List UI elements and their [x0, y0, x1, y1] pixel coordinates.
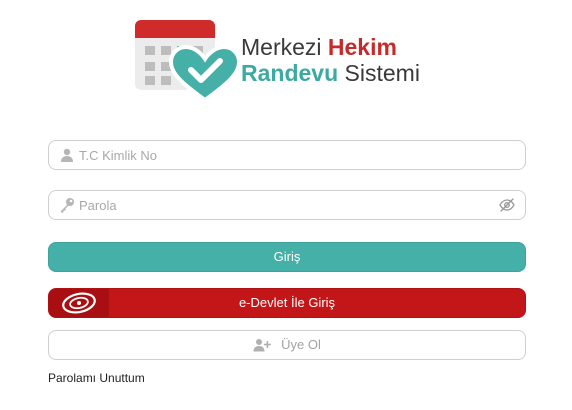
register-button-label: Üye Ol	[281, 337, 321, 352]
forgot-password-link[interactable]: Parolamı Unuttum	[48, 371, 145, 385]
calendar-heart-icon	[135, 20, 242, 103]
logo-word-hekim: Hekim	[327, 34, 397, 60]
edevlet-logo-icon	[49, 289, 109, 317]
password-input[interactable]	[79, 191, 499, 219]
logo-text: Merkezi Hekim Randevu Sistemi	[241, 34, 420, 86]
login-page: Merkezi Hekim Randevu Sistemi Giriş	[0, 0, 572, 410]
register-button[interactable]: Üye Ol	[48, 330, 526, 360]
tc-kimlik-field[interactable]	[48, 140, 526, 170]
logo-word-randevu: Randevu	[241, 60, 339, 86]
login-button-label: Giriş	[273, 249, 301, 264]
key-icon	[61, 198, 74, 213]
user-icon	[61, 148, 73, 162]
login-button[interactable]: Giriş	[48, 242, 526, 272]
eye-slash-icon[interactable]	[499, 197, 515, 213]
edevlet-button-label: e-Devlet İle Giriş	[238, 295, 336, 310]
password-field[interactable]	[48, 190, 526, 220]
tc-kimlik-input[interactable]	[79, 141, 499, 169]
logo-word-sistemi: Sistemi	[344, 60, 420, 86]
edevlet-login-button[interactable]: e-Devlet İle Giriş	[48, 288, 526, 318]
logo-word-merkezi: Merkezi	[241, 34, 322, 60]
user-plus-icon	[253, 338, 272, 352]
edevlet-swoosh-icon	[62, 292, 96, 314]
app-logo: Merkezi Hekim Randevu Sistemi	[133, 18, 453, 104]
